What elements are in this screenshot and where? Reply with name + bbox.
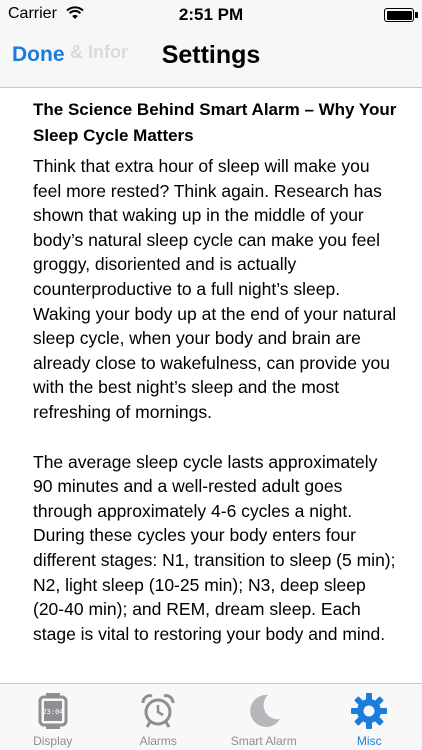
article-title: The Science Behind Smart Alarm – Why You… (33, 100, 397, 145)
status-time: 2:51 PM (178, 5, 244, 24)
article-paragraph-1: Think that extra hour of sleep will make… (33, 156, 397, 422)
display-icon-time: 23:04 (42, 708, 63, 716)
moon-icon (234, 689, 294, 733)
navigation-bar: & Infor Done Settings (0, 30, 422, 88)
tab-bar: 23:04 Display Alarms Smart Alarm Misc (0, 683, 422, 750)
tab-display-label: Display (33, 734, 73, 748)
tab-misc-label: Misc (356, 734, 382, 748)
tab-alarms-label: Alarms (139, 734, 177, 748)
battery-tip (415, 12, 418, 18)
gear-icon (339, 689, 399, 733)
tab-smart-alarm[interactable]: Smart Alarm (211, 684, 317, 750)
tab-alarms[interactable]: Alarms (106, 684, 212, 750)
article-content[interactable]: The Science Behind Smart Alarm – Why You… (0, 89, 422, 683)
tab-smart-alarm-label: Smart Alarm (230, 734, 297, 748)
alarm-clock-icon (128, 689, 188, 733)
battery-level (386, 10, 412, 20)
status-bar: Carrier 2:51 PM (0, 0, 422, 30)
page-title: Settings (161, 41, 261, 69)
battery-icon (384, 8, 414, 22)
tab-display[interactable]: 23:04 Display (0, 684, 106, 750)
article-paragraph-2: The average sleep cycle lasts approximat… (33, 451, 396, 644)
tab-misc[interactable]: Misc (317, 684, 422, 750)
display-icon: 23:04 (23, 689, 83, 733)
